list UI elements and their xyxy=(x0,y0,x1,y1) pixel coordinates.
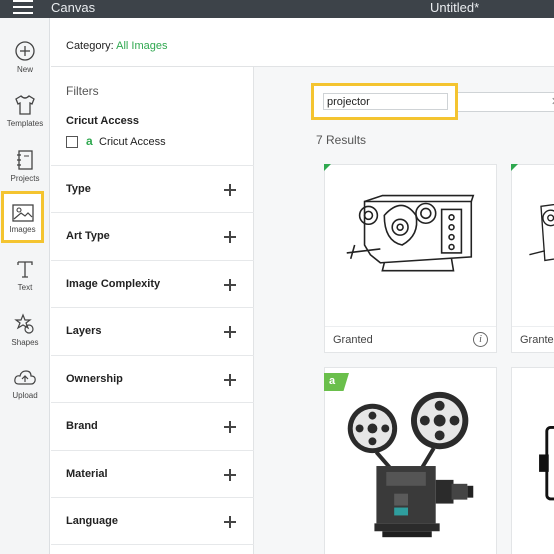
notebook-icon xyxy=(17,150,33,170)
rail-item-text[interactable]: Text xyxy=(0,258,50,292)
filter-group-material[interactable]: Material xyxy=(51,450,254,497)
rail-label-images: Images xyxy=(9,225,36,234)
image-icon xyxy=(11,204,34,222)
filter-label-ownership: Ownership xyxy=(66,373,123,385)
document-title[interactable]: Untitled* xyxy=(430,0,479,16)
cricut-access-heading: Cricut Access xyxy=(66,115,139,127)
filter-group-language[interactable]: Language xyxy=(51,497,254,545)
rail-item-shapes[interactable]: Shapes xyxy=(0,313,50,347)
card-status-label: Granted xyxy=(520,334,554,346)
rail-label-upload: Upload xyxy=(12,391,38,400)
rail-label-templates: Templates xyxy=(6,119,44,128)
image-card[interactable]: a xyxy=(324,367,497,554)
rail-item-upload[interactable]: Upload xyxy=(0,368,50,400)
hamburger-menu-icon[interactable] xyxy=(13,0,33,14)
filter-label-art-type: Art Type xyxy=(66,230,110,242)
image-card[interactable]: Granted xyxy=(511,164,554,353)
search-highlight xyxy=(311,83,458,120)
filter-group-image-complexity[interactable]: Image Complexity xyxy=(51,260,254,307)
plus-circle-icon xyxy=(15,41,35,61)
rail-item-new[interactable]: New xyxy=(0,40,50,74)
cricut-access-checkbox[interactable] xyxy=(66,136,78,148)
projector-line-art-image xyxy=(346,194,475,272)
card-status-label: Granted xyxy=(333,334,373,346)
category-header: Category: All Images xyxy=(51,18,554,67)
card-footer: Granted xyxy=(512,326,554,352)
expand-plus-icon[interactable] xyxy=(223,420,237,434)
filters-title: Filters xyxy=(66,84,99,98)
app-title: Canvas xyxy=(51,0,96,15)
image-card[interactable] xyxy=(511,367,554,554)
expand-plus-icon[interactable] xyxy=(223,325,237,339)
category-breadcrumb: Category: All Images xyxy=(66,40,168,52)
text-icon xyxy=(17,261,33,278)
filter-group-layers[interactable]: Layers xyxy=(51,307,254,354)
left-toolbar: New Templates Projects Images Text Shape… xyxy=(0,18,50,554)
rail-item-projects[interactable]: Projects xyxy=(0,149,50,183)
filter-group-brand[interactable]: Brand xyxy=(51,402,254,449)
rail-label-projects: Projects xyxy=(10,174,40,183)
expand-plus-icon[interactable] xyxy=(223,373,237,387)
shapes-icon xyxy=(14,313,34,334)
filter-group-art-type[interactable]: Art Type xyxy=(51,212,254,259)
expand-plus-icon[interactable] xyxy=(223,468,237,482)
filter-label-language: Language xyxy=(66,515,118,527)
tshirt-icon xyxy=(15,95,35,115)
card-footer: Granted i xyxy=(325,326,496,352)
rail-label-text: Text xyxy=(17,283,33,292)
cricut-access-logo-icon: a xyxy=(86,134,93,148)
rail-item-templates[interactable]: Templates xyxy=(0,94,50,128)
category-label: Category: xyxy=(66,40,114,52)
search-input[interactable] xyxy=(323,93,448,110)
filters-panel: Filters Cricut Access a Cricut Access Ty… xyxy=(51,67,254,554)
rail-label-shapes: Shapes xyxy=(11,338,39,347)
category-value-link[interactable]: All Images xyxy=(116,40,167,52)
filter-label-material: Material xyxy=(66,468,108,480)
top-bar: Canvas Untitled* xyxy=(0,0,554,18)
filter-label-brand: Brand xyxy=(66,420,98,432)
expand-plus-icon[interactable] xyxy=(223,230,237,244)
cloud-upload-icon xyxy=(14,370,36,385)
film-projector-image xyxy=(347,391,474,538)
search-field-extension[interactable] xyxy=(458,92,554,112)
filter-group-ownership[interactable]: Ownership xyxy=(51,355,254,402)
info-icon[interactable]: i xyxy=(473,332,488,347)
expand-plus-icon[interactable] xyxy=(223,183,237,197)
image-card[interactable]: Granted i xyxy=(324,164,497,353)
results-count: 7 Results xyxy=(316,133,367,147)
results-area: ✕ 7 Results xyxy=(254,67,554,554)
expand-plus-icon[interactable] xyxy=(223,515,237,529)
device-silhouette-image xyxy=(539,425,554,501)
expand-plus-icon[interactable] xyxy=(223,278,237,292)
rail-label-new: New xyxy=(16,65,33,74)
filter-label-layers: Layers xyxy=(66,325,102,337)
projector-line-art-image xyxy=(529,203,554,262)
filter-group-type[interactable]: Type xyxy=(51,165,254,212)
rail-item-images[interactable]: Images xyxy=(1,191,44,243)
app-window: Canvas Untitled* New Templates Projects … xyxy=(0,0,554,554)
cricut-access-option-label: Cricut Access xyxy=(99,136,166,148)
filter-label-image-complexity: Image Complexity xyxy=(66,278,161,290)
filter-label-type: Type xyxy=(66,183,91,195)
